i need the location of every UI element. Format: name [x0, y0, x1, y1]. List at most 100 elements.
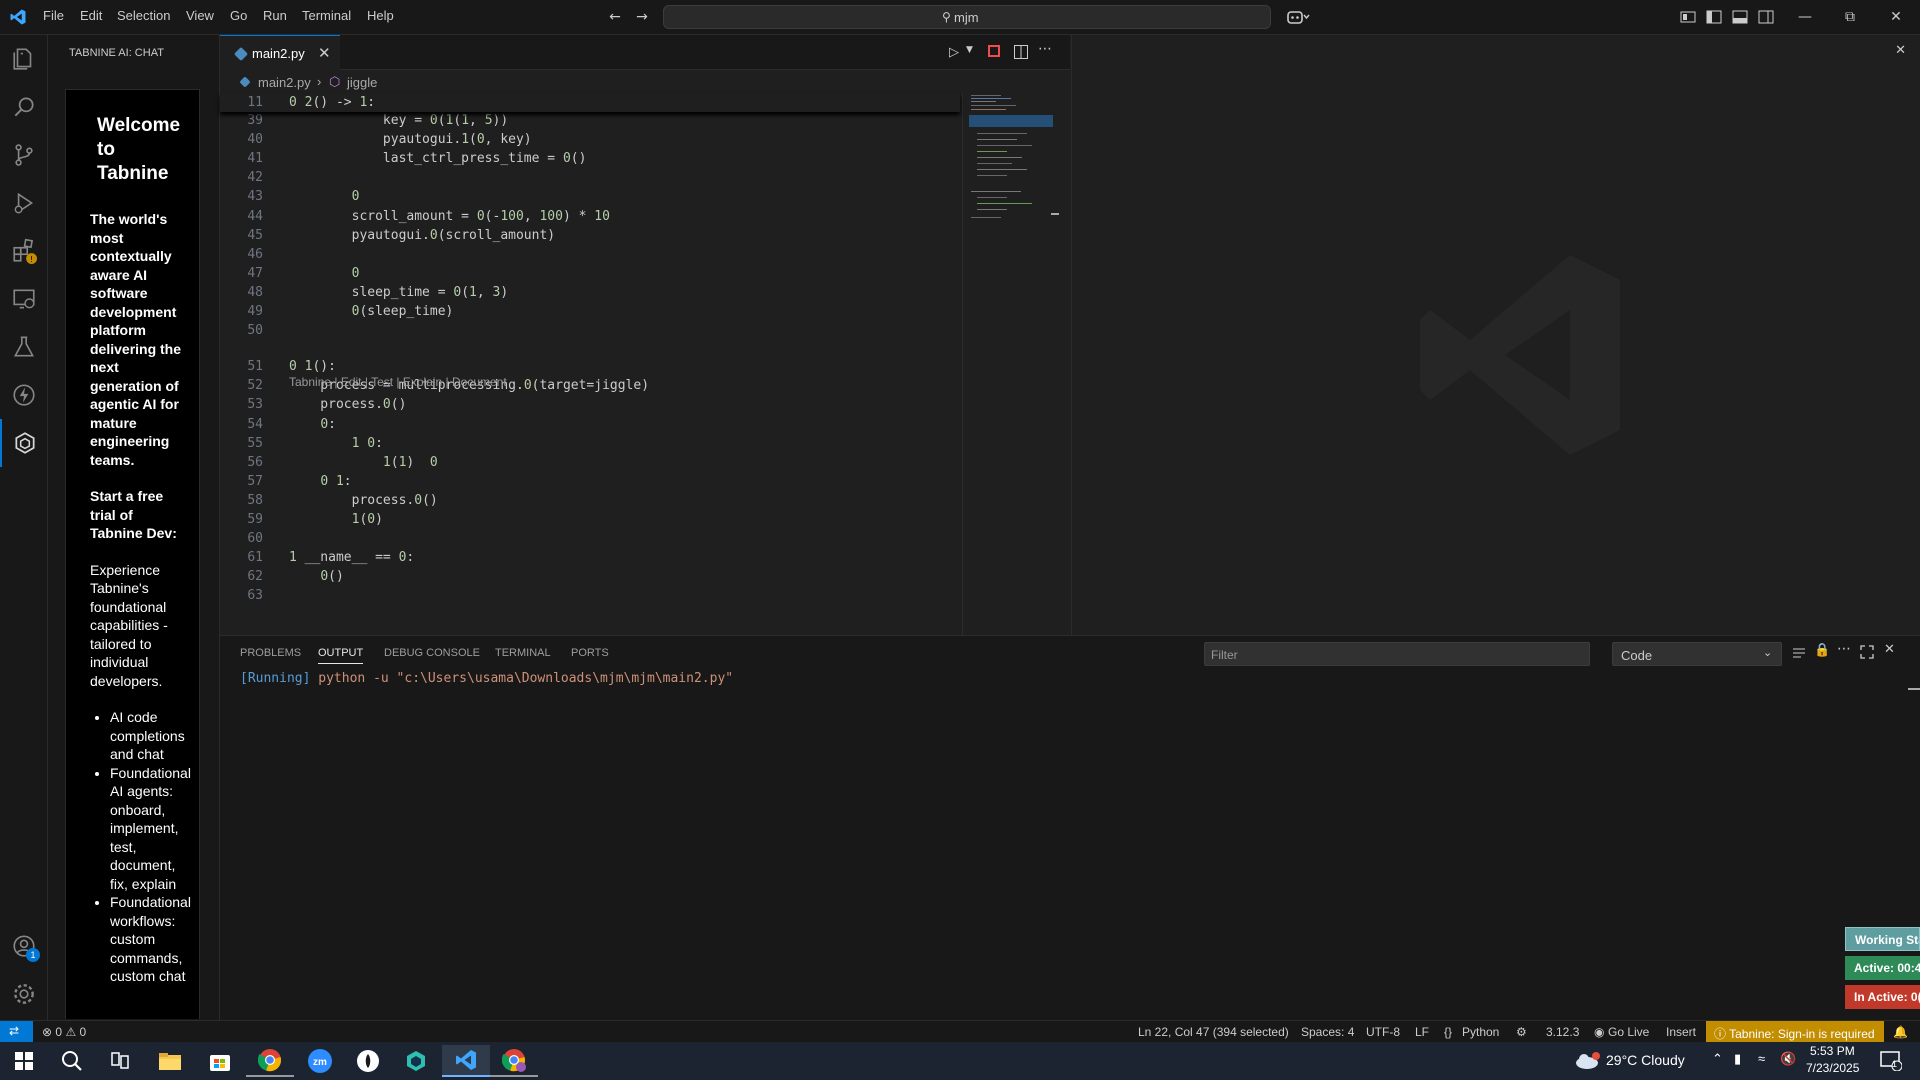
chrome-icon[interactable]: [246, 1045, 294, 1077]
code-line[interactable]: process.0(): [289, 397, 406, 412]
code-line[interactable]: 0: [289, 266, 360, 281]
code-line[interactable]: pyautogui.1(0, key): [289, 132, 532, 147]
output-filter-input[interactable]: Filter: [1204, 642, 1590, 666]
command-center-search[interactable]: ⚲ mjm: [663, 5, 1271, 29]
vscode-taskbar-icon[interactable]: [442, 1045, 490, 1077]
extensions-icon[interactable]: !: [0, 227, 48, 275]
code-line[interactable]: 0: [289, 189, 360, 204]
volume-icon[interactable]: 🔇: [1780, 1051, 1796, 1067]
clock-date[interactable]: 7/23/2025: [1806, 1061, 1859, 1075]
encoding[interactable]: UTF-8: [1366, 1025, 1400, 1039]
windows-start-icon[interactable]: [0, 1045, 48, 1077]
wifi-icon[interactable]: ≈: [1758, 1051, 1765, 1066]
indentation[interactable]: Spaces: 4: [1301, 1025, 1354, 1039]
clock-time[interactable]: 5:53 PM: [1810, 1044, 1855, 1058]
accounts-icon[interactable]: 1: [0, 922, 48, 970]
breadcrumb-file[interactable]: main2.py: [258, 75, 311, 90]
remote-indicator[interactable]: ⇄: [0, 1021, 33, 1043]
code-line[interactable]: process.0(): [289, 493, 438, 508]
menu-view[interactable]: View: [186, 8, 214, 23]
sticky-scroll-line[interactable]: 11 0 2() -> 1:: [220, 93, 960, 112]
python-interpreter[interactable]: 3.12.3: [1546, 1025, 1579, 1039]
explorer-icon[interactable]: [0, 35, 48, 83]
code-line[interactable]: 1 __name__ == 0:: [289, 550, 414, 565]
toggle-panel-icon[interactable]: [1732, 9, 1748, 25]
code-line[interactable]: 0 1:: [289, 474, 351, 489]
app-cube-icon[interactable]: [392, 1045, 440, 1077]
run-dropdown-chevron-icon[interactable]: ▼: [966, 45, 973, 55]
more-actions-icon[interactable]: ⋯: [1038, 41, 1052, 57]
menu-run[interactable]: Run: [263, 8, 287, 23]
code-line[interactable]: scroll_amount = 0(-100, 100) * 10: [289, 209, 610, 224]
code-line[interactable]: key = 0(1(1, 5)): [289, 113, 508, 128]
code-line[interactable]: 1(0): [289, 512, 383, 527]
code-line[interactable]: 0(sleep_time): [289, 304, 454, 319]
code-line[interactable]: 1(1) 0: [289, 455, 438, 470]
minimize-icon[interactable]: —: [1797, 9, 1813, 25]
search-view-icon[interactable]: [0, 83, 48, 131]
weather-text[interactable]: 29°C Cloudy: [1606, 1052, 1685, 1068]
tab-ports[interactable]: PORTS: [571, 647, 609, 659]
run-file-icon[interactable]: ▷: [949, 45, 959, 60]
end-of-line[interactable]: LF: [1415, 1025, 1429, 1039]
menu-go[interactable]: Go: [230, 8, 247, 23]
language-mode[interactable]: Python: [1462, 1025, 1499, 1039]
task-view-icon[interactable]: [96, 1045, 144, 1077]
run-debug-icon[interactable]: [0, 179, 48, 227]
tab-output[interactable]: OUTPUT: [318, 647, 364, 664]
microsoft-store-icon[interactable]: [196, 1045, 244, 1077]
notifications-bell-icon[interactable]: 🔔: [1893, 1025, 1908, 1039]
customize-layout-icon[interactable]: [1680, 9, 1696, 25]
lightning-icon[interactable]: [0, 371, 48, 419]
editor-mode[interactable]: Insert: [1666, 1025, 1696, 1039]
close-window-icon[interactable]: ✕: [1888, 9, 1904, 25]
tabnine-codelens[interactable]: Tabnine | Edit | Test | Explain | Docume…: [289, 375, 507, 389]
chrome-profile-icon[interactable]: [490, 1045, 538, 1077]
tab-terminal[interactable]: TERMINAL: [495, 647, 551, 659]
toggle-primary-sidebar-icon[interactable]: [1706, 9, 1722, 25]
remote-explorer-icon[interactable]: [0, 275, 48, 323]
lock-icon[interactable]: 🔒: [1814, 643, 1830, 658]
restore-icon[interactable]: ⧉: [1842, 9, 1858, 25]
cursor-position[interactable]: Ln 22, Col 47 (394 selected): [1138, 1025, 1289, 1039]
code-line[interactable]: last_ctrl_press_time = 0(): [289, 151, 587, 166]
menu-terminal[interactable]: Terminal: [302, 8, 351, 23]
code-line[interactable]: 0:: [289, 417, 336, 432]
breadcrumb-symbol[interactable]: jiggle: [347, 75, 377, 90]
go-live-button[interactable]: Go Live: [1608, 1025, 1649, 1039]
back-arrow-icon[interactable]: ←: [607, 9, 623, 25]
tabnine-icon[interactable]: [0, 419, 48, 467]
zoom-icon[interactable]: zm: [296, 1045, 344, 1077]
source-control-icon[interactable]: [0, 131, 48, 179]
taskbar-search-icon[interactable]: [48, 1045, 96, 1077]
menu-selection[interactable]: Selection: [117, 8, 170, 23]
tab-main2-py[interactable]: main2.py ✕: [220, 35, 340, 70]
code-editor[interactable]: 11 0 2() -> 1: 39 key = 0(1(1, 5)) 40 pya…: [220, 93, 960, 635]
word-wrap-icon[interactable]: [1792, 645, 1806, 664]
maximize-panel-icon[interactable]: [1860, 644, 1874, 663]
menu-file[interactable]: File: [43, 8, 64, 23]
settings-gear-icon[interactable]: [0, 970, 48, 1018]
notification-center-icon[interactable]: 1: [1880, 1049, 1903, 1076]
close-panel-icon[interactable]: ✕: [1884, 642, 1895, 657]
split-editor-icon[interactable]: [1014, 44, 1028, 63]
app-green-dot-icon[interactable]: [344, 1045, 392, 1077]
code-line[interactable]: 1 0:: [289, 436, 383, 451]
battery-icon[interactable]: ▮: [1734, 1051, 1741, 1067]
weather-cloud-icon[interactable]: [1574, 1052, 1600, 1075]
tab-debug-console[interactable]: DEBUG CONSOLE: [384, 647, 480, 659]
copilot-icon[interactable]: [1285, 9, 1311, 25]
tab-problems[interactable]: PROBLEMS: [240, 647, 301, 659]
close-group-icon[interactable]: ✕: [1895, 43, 1906, 58]
testing-flask-icon[interactable]: [0, 323, 48, 371]
tabnine-status[interactable]: ⓘ Tabnine: Sign-in is required: [1706, 1021, 1884, 1043]
output-channel-select[interactable]: Code ⌄: [1612, 642, 1782, 666]
menu-edit[interactable]: Edit: [80, 8, 102, 23]
file-explorer-icon[interactable]: [146, 1045, 194, 1077]
code-line[interactable]: 0 1():: [289, 359, 336, 374]
minimap[interactable]: [962, 93, 1059, 635]
code-line[interactable]: sleep_time = 0(1, 3): [289, 285, 509, 300]
close-tab-icon[interactable]: ✕: [318, 44, 331, 62]
stop-icon[interactable]: [988, 45, 1000, 57]
code-line[interactable]: 0(): [289, 569, 343, 584]
